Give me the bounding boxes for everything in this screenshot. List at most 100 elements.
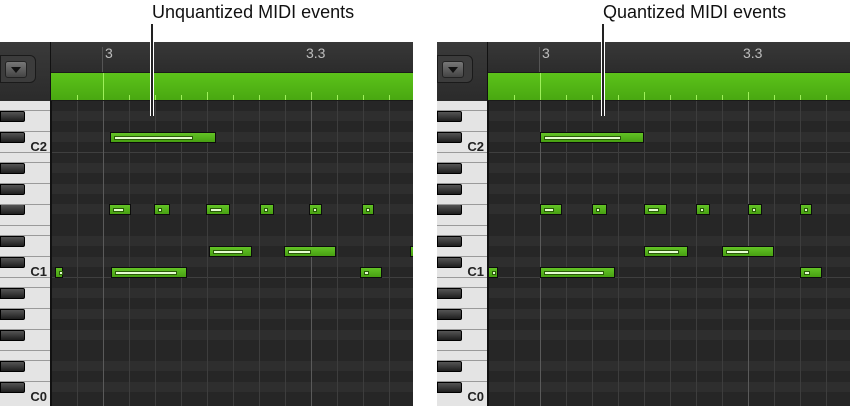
velocity-bar — [648, 250, 679, 255]
midi-note[interactable] — [644, 204, 667, 216]
region-tick — [514, 95, 515, 100]
black-key[interactable] — [0, 131, 25, 143]
bar-ruler[interactable]: 3 3.3 — [488, 42, 850, 72]
ruler-corner — [0, 42, 51, 101]
midi-note[interactable] — [800, 204, 813, 216]
black-key[interactable] — [0, 110, 25, 122]
midi-note[interactable] — [109, 204, 132, 216]
black-key[interactable] — [0, 162, 25, 174]
caption-quantized: Quantized MIDI events — [603, 2, 787, 22]
black-key[interactable] — [0, 360, 25, 372]
region-tick — [103, 73, 104, 100]
midi-note[interactable] — [696, 204, 710, 216]
grid-line — [77, 101, 78, 406]
black-key[interactable] — [437, 110, 462, 122]
velocity-bar — [648, 208, 660, 213]
black-key[interactable] — [437, 131, 462, 143]
bar-ruler[interactable]: 3 3.3 — [51, 42, 413, 72]
velocity-bar — [59, 271, 64, 275]
grid-line — [155, 101, 156, 406]
black-key[interactable] — [0, 204, 25, 216]
velocity-bar — [596, 208, 600, 213]
black-key[interactable] — [437, 256, 462, 268]
key-divider — [437, 308, 487, 310]
black-key[interactable] — [437, 287, 462, 299]
midi-note[interactable] — [111, 267, 188, 278]
midi-note[interactable] — [540, 267, 615, 278]
midi-note[interactable] — [209, 246, 252, 258]
black-key[interactable] — [437, 183, 462, 195]
midi-note[interactable] — [489, 267, 499, 278]
key-divider — [437, 224, 487, 226]
midi-note[interactable] — [722, 246, 774, 258]
velocity-bar — [114, 135, 194, 140]
grid-line — [103, 101, 104, 406]
midi-note[interactable] — [55, 267, 64, 278]
key-label-c: C1 — [30, 264, 47, 279]
black-key[interactable] — [0, 308, 25, 320]
ruler-label-beat: 3.3 — [306, 45, 326, 61]
piano-keyboard[interactable]: C0 C1 C2 — [437, 101, 489, 406]
black-key[interactable] — [437, 204, 462, 216]
note-grid[interactable] — [489, 101, 850, 406]
region-tick — [155, 95, 156, 100]
midi-note[interactable] — [748, 204, 762, 216]
key-label-c: C1 — [467, 264, 484, 279]
midi-note[interactable] — [540, 204, 562, 216]
black-key[interactable] — [0, 256, 25, 268]
midi-note[interactable] — [409, 246, 413, 258]
midi-note[interactable] — [205, 204, 230, 216]
velocity-bar — [209, 208, 222, 213]
black-key[interactable] — [0, 381, 25, 393]
black-key[interactable] — [0, 287, 25, 299]
midi-note[interactable] — [592, 204, 607, 216]
grid-line — [259, 101, 260, 406]
grid-line — [800, 101, 801, 406]
midi-note[interactable] — [153, 204, 170, 216]
region-header[interactable] — [51, 72, 413, 101]
midi-note[interactable] — [540, 131, 644, 143]
callout-line — [150, 24, 154, 116]
midi-note[interactable] — [260, 204, 274, 216]
key-label-c: C0 — [30, 389, 47, 405]
black-key[interactable] — [0, 329, 25, 341]
key-divider — [0, 381, 50, 383]
velocity-bar — [365, 208, 370, 213]
key-divider — [437, 349, 487, 351]
velocity-bar — [363, 271, 370, 275]
midi-note[interactable] — [361, 204, 375, 216]
chevron-down-icon — [442, 61, 464, 78]
key-divider — [437, 381, 487, 383]
black-key[interactable] — [0, 235, 25, 247]
black-key[interactable] — [0, 183, 25, 195]
midi-note[interactable] — [308, 204, 323, 216]
black-key[interactable] — [437, 360, 462, 372]
black-key[interactable] — [437, 162, 462, 174]
velocity-bar — [213, 250, 243, 255]
view-menu-button[interactable] — [437, 55, 473, 83]
piano-keyboard[interactable]: C0 C1 C2 — [0, 101, 52, 406]
region-tick — [77, 95, 78, 100]
midi-note[interactable] — [644, 246, 688, 258]
velocity-bar — [264, 208, 269, 213]
grid-line — [774, 101, 775, 406]
midi-note[interactable] — [800, 267, 822, 278]
midi-note[interactable] — [283, 246, 336, 258]
velocity-bar — [752, 208, 756, 213]
black-key[interactable] — [437, 235, 462, 247]
key-divider — [437, 204, 487, 206]
black-key[interactable] — [437, 381, 462, 393]
ruler-label-beat: 3.3 — [743, 45, 763, 61]
velocity-bar — [700, 208, 704, 213]
view-menu-button[interactable] — [0, 55, 36, 83]
note-grid[interactable] — [52, 101, 413, 406]
key-divider — [0, 329, 50, 331]
midi-note[interactable] — [359, 267, 382, 278]
region-header[interactable] — [488, 72, 850, 101]
key-divider — [0, 110, 50, 112]
grid-line — [129, 101, 130, 406]
black-key[interactable] — [437, 329, 462, 341]
midi-note[interactable] — [110, 131, 217, 143]
black-key[interactable] — [437, 308, 462, 320]
velocity-bar — [804, 271, 810, 275]
